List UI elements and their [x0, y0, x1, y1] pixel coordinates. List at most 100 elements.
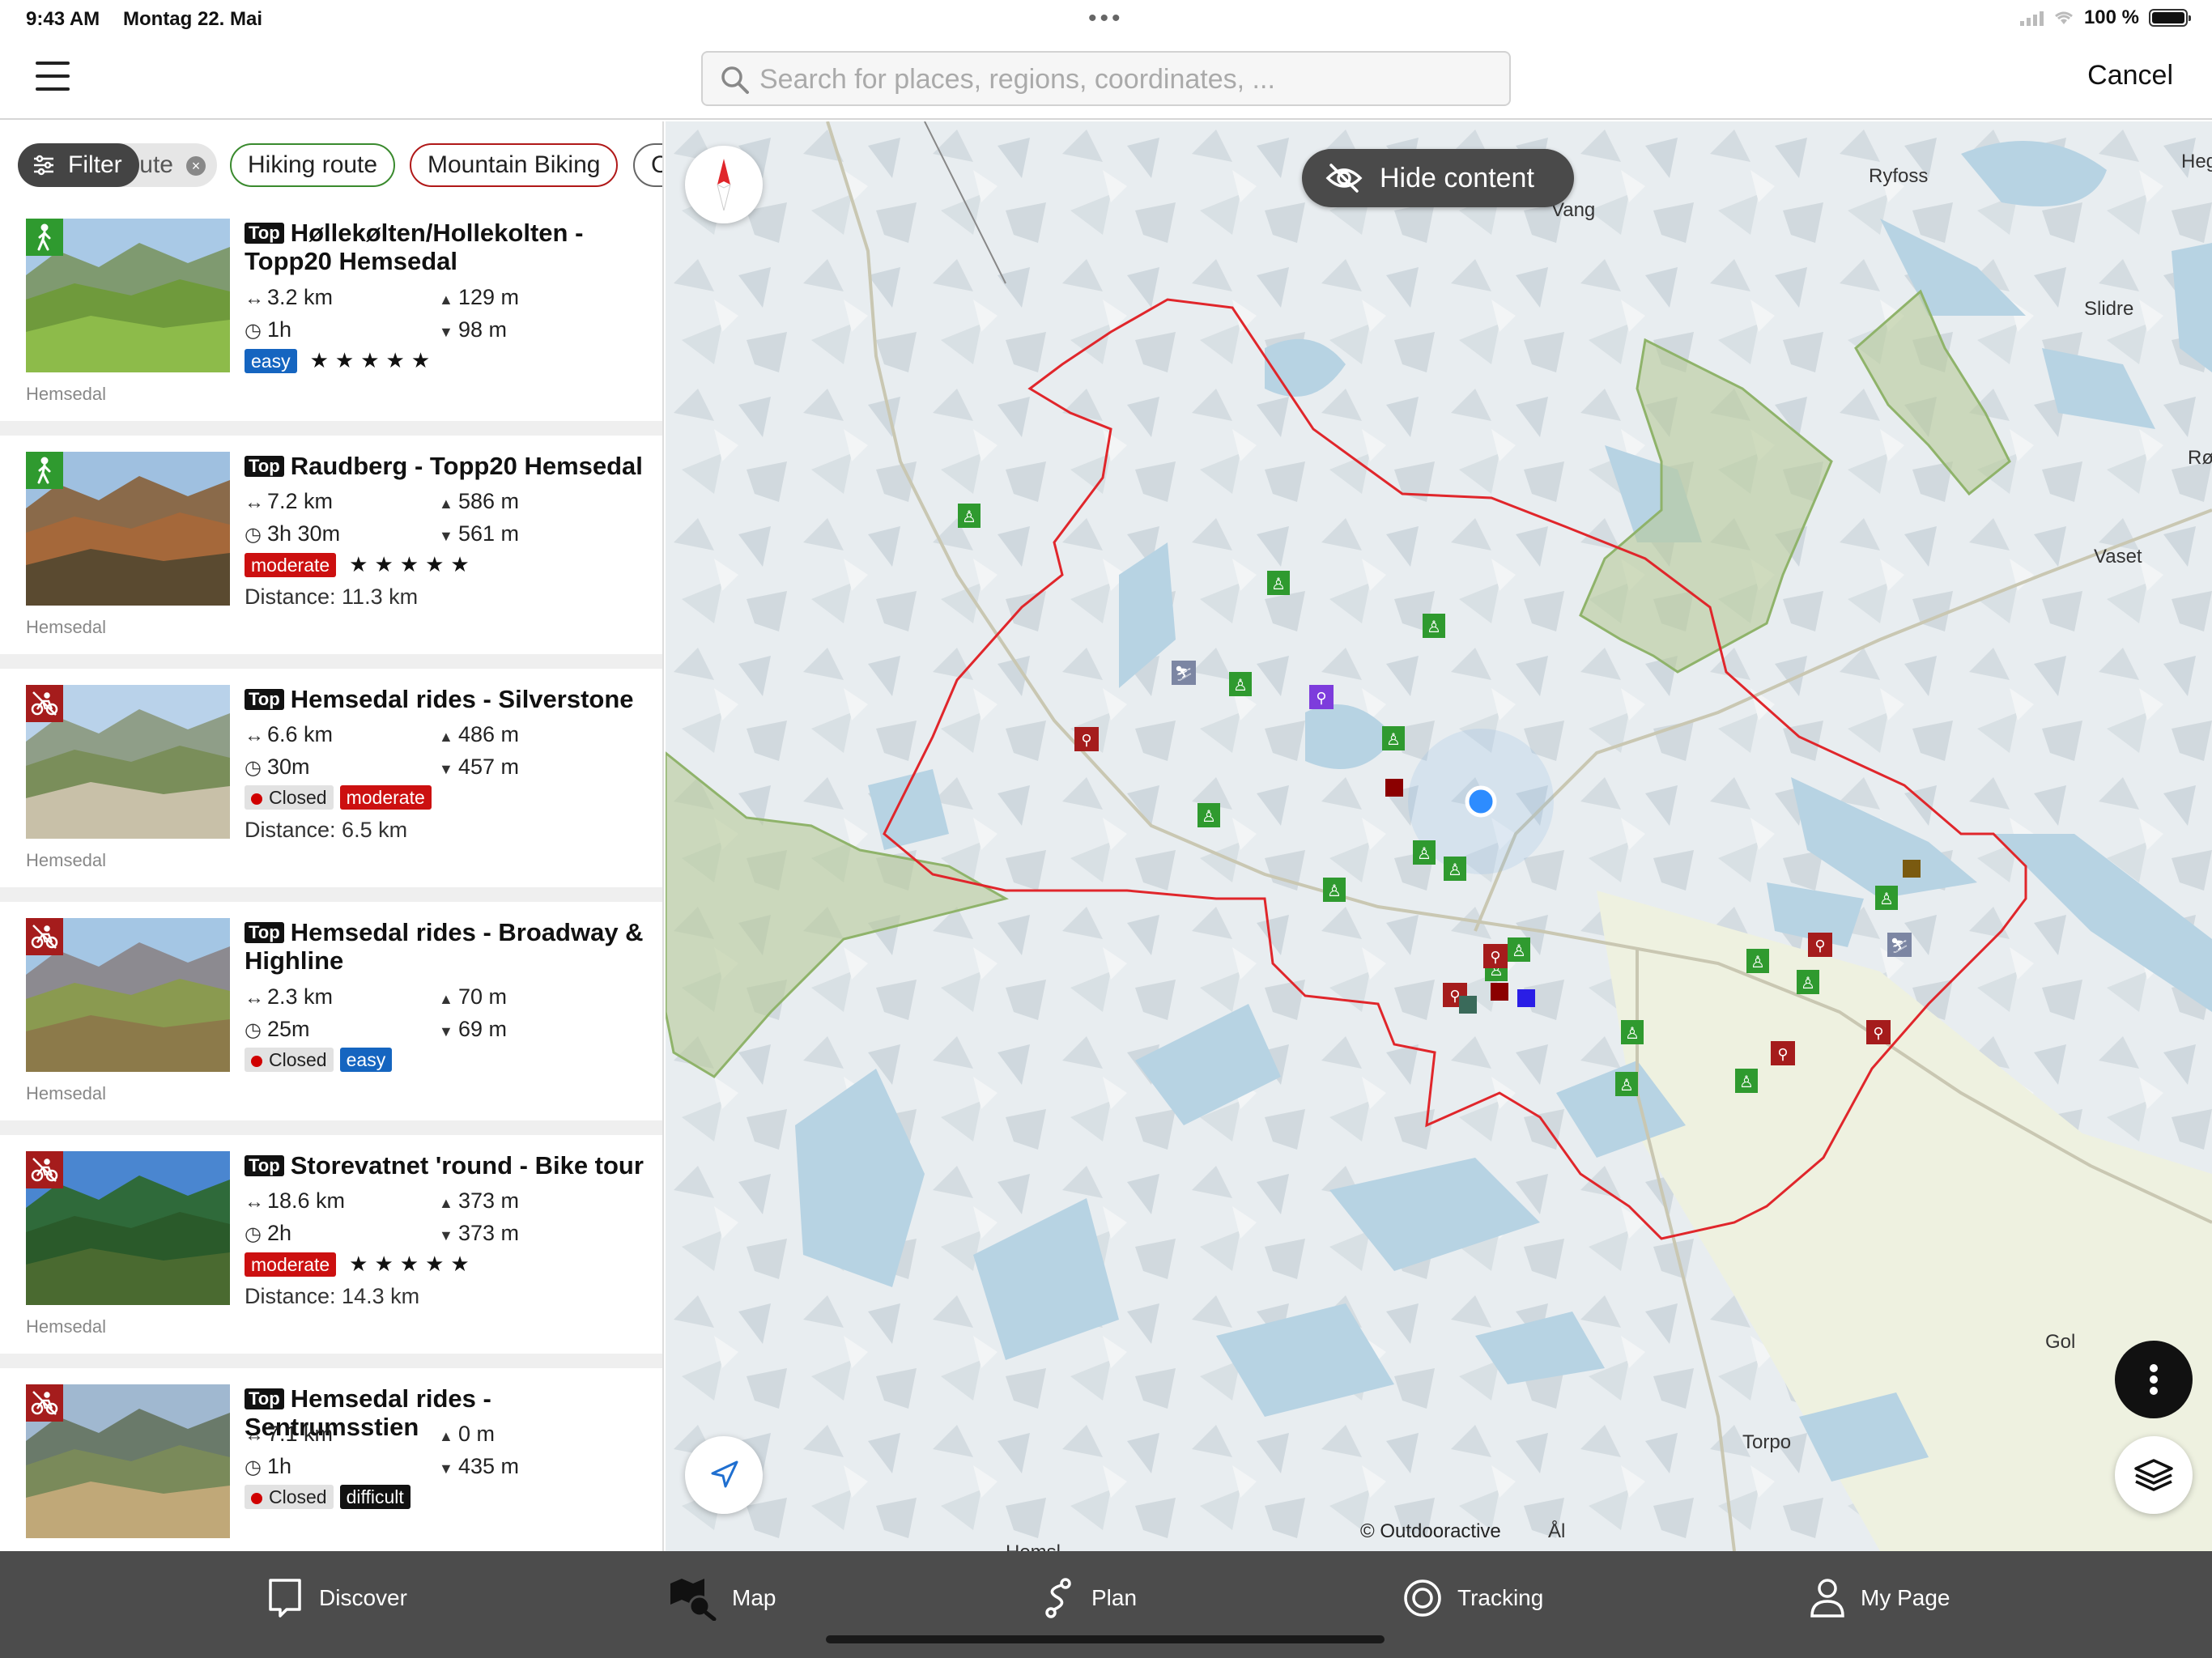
- cross-country-ski-marker[interactable]: ⛷: [1172, 661, 1196, 685]
- result-descent: ▼ 69 m: [439, 1017, 508, 1041]
- tab-label: Map: [732, 1585, 776, 1610]
- result-card[interactable]: HemsedalTopHemsedal rides - Sentrumsstie…: [0, 1368, 662, 1551]
- svg-text:♙: ♙: [1750, 954, 1765, 971]
- multitasking-dots-icon[interactable]: •••: [1088, 5, 1124, 32]
- filter-chip-hiking-route[interactable]: Hiking route: [230, 143, 396, 187]
- hiking-marker[interactable]: ♙: [1621, 1020, 1644, 1044]
- filter-label: Filter: [68, 151, 122, 178]
- poi-marker[interactable]: [1903, 860, 1921, 878]
- svg-text:⚲: ⚲: [1777, 1046, 1788, 1062]
- cross-country-ski-marker[interactable]: ⛷: [1887, 933, 1912, 957]
- tab-my-page[interactable]: My Page: [1809, 1574, 1950, 1622]
- result-title-text: Hemsedal rides - Silverstone: [290, 685, 634, 713]
- filter-chips-row[interactable]: ute × Hiking route Mountain Biking C Filt…: [0, 121, 662, 202]
- hiking-marker[interactable]: ♙: [1508, 937, 1530, 962]
- hiking-marker[interactable]: ♙: [1875, 886, 1898, 910]
- result-card[interactable]: Hemsedal Top Høllekølten/Hollekolten - Top…: [0, 202, 662, 421]
- hiking-category-badge: [26, 219, 63, 256]
- result-tags: moderate ★★★★★: [245, 552, 476, 577]
- poi-marker[interactable]: [1491, 983, 1508, 1001]
- hiking-marker[interactable]: ♙: [1382, 726, 1405, 750]
- clock-icon: ◷: [245, 1019, 262, 1041]
- map-canvas[interactable]: ♙ ♙ ♙ ♙ ♙ ♙ ♙ ♙ ♙ ♙ ♙ ♙ ♙ ♙ ♙ ♙ ♙ ⚲ ⚲ ⚲: [666, 121, 2212, 1551]
- hiking-marker[interactable]: ♙: [1615, 1072, 1638, 1096]
- place-label: Vaset: [2094, 546, 2142, 568]
- bike-marker[interactable]: ⚲: [1866, 1020, 1891, 1044]
- result-card[interactable]: Hemsedal Top Hemsedal rides - Broadway & H…: [0, 902, 662, 1120]
- bike-marker[interactable]: ⚲: [1074, 727, 1099, 751]
- result-title[interactable]: Top Hemsedal rides - Silverstone: [245, 685, 649, 713]
- hiking-marker[interactable]: ♙: [1197, 803, 1220, 827]
- tab-plan[interactable]: Plan: [1041, 1574, 1137, 1622]
- compass-button[interactable]: [685, 146, 763, 223]
- svg-text:♙: ♙: [1879, 891, 1894, 908]
- tab-tracking[interactable]: Tracking: [1402, 1574, 1543, 1622]
- descent-icon: ▼: [439, 324, 453, 340]
- tab-bar[interactable]: Discover Map Plan Tracking My Page: [0, 1551, 2212, 1658]
- poi-marker[interactable]: [1385, 779, 1403, 797]
- result-card[interactable]: Hemsedal Top Hemsedal rides - Silverstone ↔…: [0, 669, 662, 887]
- result-card[interactable]: Hemsedal Top Raudberg - Topp20 Hemsedal ↔ 7.…: [0, 436, 662, 654]
- hiking-marker[interactable]: ♙: [1413, 840, 1436, 865]
- result-tags: Closed easy: [245, 1048, 393, 1072]
- hiking-marker[interactable]: ♙: [1746, 949, 1769, 973]
- filter-chip-more[interactable]: C: [633, 143, 662, 187]
- svg-text:♙: ♙: [1512, 942, 1526, 960]
- poi-marker[interactable]: [1517, 989, 1535, 1007]
- hiking-marker[interactable]: ♙: [1735, 1069, 1758, 1093]
- results-panel[interactable]: ute × Hiking route Mountain Biking C Filt…: [0, 121, 664, 1551]
- result-tags: Closed difficult: [245, 1485, 410, 1509]
- map-layers-button[interactable]: [2115, 1436, 2193, 1514]
- cancel-button[interactable]: Cancel: [2087, 60, 2173, 91]
- search-box[interactable]: [701, 51, 1511, 106]
- result-title[interactable]: Top Høllekølten/Hollekolten - Topp20 Hems…: [245, 219, 649, 275]
- result-title[interactable]: Top Hemsedal rides - Broadway & Highline: [245, 918, 649, 975]
- wifi-icon: [2055, 11, 2073, 24]
- hiking-marker[interactable]: ♙: [1444, 857, 1466, 881]
- hide-content-button[interactable]: Hide content: [1302, 149, 1574, 207]
- hiking-marker[interactable]: ♙: [1797, 970, 1819, 994]
- bike-marker[interactable]: ⚲: [1771, 1041, 1795, 1065]
- length-arrows-icon: ↔: [245, 1424, 264, 1446]
- menu-button[interactable]: [36, 62, 70, 91]
- remove-chip-icon[interactable]: ×: [186, 156, 206, 176]
- filter-chip-label: ute: [139, 151, 173, 178]
- poi-marker[interactable]: [1459, 996, 1477, 1014]
- map-view[interactable]: ♙ ♙ ♙ ♙ ♙ ♙ ♙ ♙ ♙ ♙ ♙ ♙ ♙ ♙ ♙ ♙ ♙ ⚲ ⚲ ⚲: [666, 121, 2212, 1551]
- difficulty-badge: easy: [339, 1048, 393, 1072]
- result-region: Hemsedal: [26, 850, 107, 870]
- search-input[interactable]: [759, 57, 1488, 101]
- tab-map[interactable]: Map: [667, 1574, 776, 1622]
- result-card[interactable]: Hemsedal Top Storevatnet 'round - Bike tou…: [0, 1135, 662, 1354]
- filter-button[interactable]: Filter: [18, 143, 139, 187]
- hiking-marker[interactable]: ♙: [1229, 672, 1252, 696]
- bike-marker[interactable]: ⚲: [1483, 944, 1508, 968]
- cycling-marker[interactable]: ⚲: [1309, 685, 1334, 709]
- discover-icon: [269, 1579, 301, 1618]
- battery-percentage: 100 %: [2083, 6, 2139, 28]
- ascent-icon: ▲: [439, 1428, 453, 1444]
- hiking-marker[interactable]: ♙: [1423, 614, 1445, 638]
- map-attribution: © Outdooractive: [1360, 1520, 1501, 1542]
- hiking-marker[interactable]: ♙: [1267, 571, 1290, 595]
- locate-me-button[interactable]: [685, 1436, 763, 1514]
- clock-icon: ◷: [245, 524, 262, 546]
- svg-text:♙: ♙: [1417, 845, 1431, 863]
- result-title[interactable]: Top Raudberg - Topp20 Hemsedal: [245, 452, 649, 480]
- result-duration: ◷ 1h: [245, 317, 292, 342]
- result-region: Hemsedal: [26, 1316, 107, 1337]
- result-ascent: ▲ 0 m: [439, 1422, 496, 1446]
- more-options-button[interactable]: [2115, 1341, 2193, 1418]
- hiking-marker[interactable]: ♙: [958, 504, 981, 528]
- filter-chip-mountain-biking[interactable]: Mountain Biking: [410, 143, 619, 187]
- svg-text:⚲: ⚲: [1490, 949, 1500, 965]
- tab-discover[interactable]: Discover: [266, 1574, 407, 1622]
- bike-marker[interactable]: ⚲: [1808, 933, 1832, 957]
- tracking-icon: [1404, 1579, 1441, 1617]
- status-date: Montag 22. Mai: [123, 8, 263, 30]
- hiking-marker[interactable]: ♙: [1323, 878, 1346, 902]
- result-distance: Distance: 14.3 km: [245, 1284, 420, 1308]
- hide-content-label: Hide content: [1380, 163, 1534, 193]
- result-ascent: ▲ 129 m: [439, 285, 520, 309]
- result-title[interactable]: Top Storevatnet 'round - Bike tour: [245, 1151, 649, 1180]
